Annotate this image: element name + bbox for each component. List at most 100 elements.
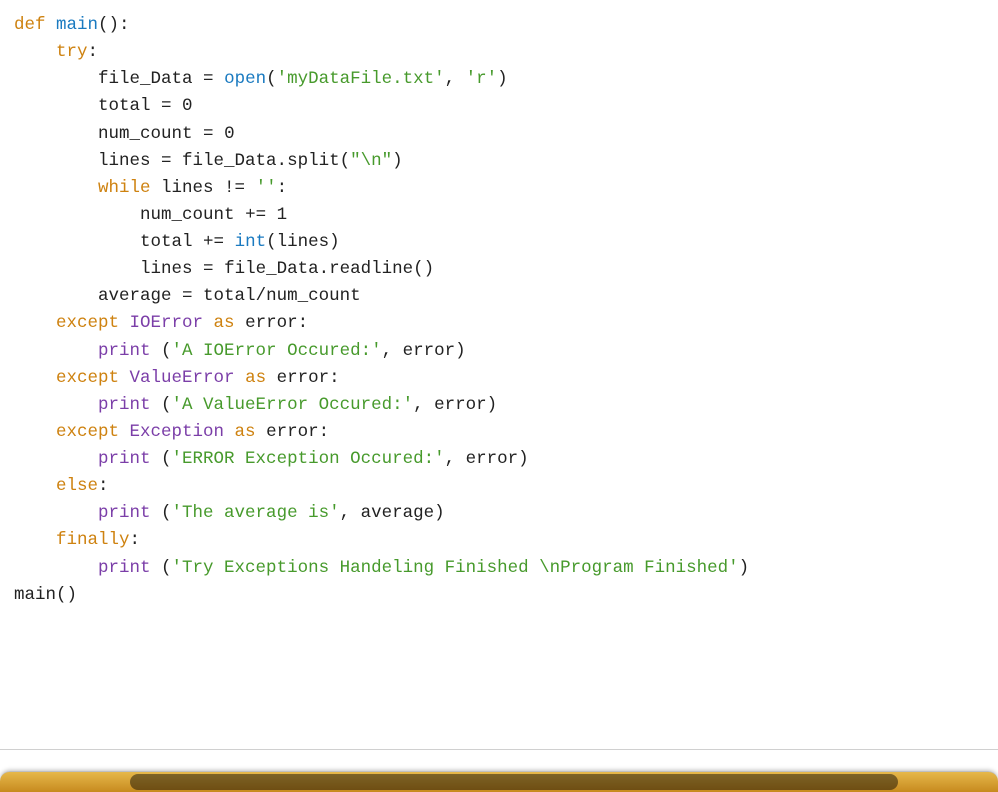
token-fn: int bbox=[235, 232, 267, 252]
token-op: ) bbox=[497, 69, 508, 89]
token-kw: while bbox=[98, 178, 161, 198]
code-line: main() bbox=[14, 582, 984, 609]
code-line: while lines != '': bbox=[14, 175, 984, 202]
token-str: 'Try Exceptions Handeling Finished bbox=[172, 558, 540, 578]
token-op: , error) bbox=[413, 395, 497, 415]
dock-bar bbox=[0, 771, 998, 792]
token-call: print bbox=[98, 395, 161, 415]
code-line: average = total/num_count bbox=[14, 283, 984, 310]
token-kw: try bbox=[56, 42, 88, 62]
code-line: print ('A IOError Occured:', error) bbox=[14, 338, 984, 365]
token-op: , bbox=[445, 69, 466, 89]
token-call: print bbox=[98, 449, 161, 469]
token-id: error bbox=[266, 422, 319, 442]
code-line: lines = file_Data.readline() bbox=[14, 256, 984, 283]
token-id: file_Data bbox=[98, 69, 203, 89]
token-op: ( bbox=[161, 558, 172, 578]
token-id: error bbox=[245, 313, 298, 333]
token-clsv: IOError bbox=[130, 313, 204, 333]
token-call: print bbox=[98, 503, 161, 523]
token-op: (): bbox=[98, 15, 130, 35]
token-id: main() bbox=[14, 585, 77, 605]
code-line: print ('The average is', average) bbox=[14, 500, 984, 527]
token-str: 'The average is' bbox=[172, 503, 340, 523]
token-id: average bbox=[98, 286, 182, 306]
token-id: num_count bbox=[266, 286, 361, 306]
token-kw: except bbox=[56, 422, 130, 442]
token-op: = bbox=[203, 259, 224, 279]
token-str: 'A ValueError Occured:' bbox=[172, 395, 414, 415]
code-line: print ('ERROR Exception Occured:', error… bbox=[14, 446, 984, 473]
token-id: total bbox=[203, 286, 256, 306]
token-op: = bbox=[203, 69, 224, 89]
token-call: print bbox=[98, 341, 161, 361]
token-esc: \n bbox=[539, 558, 560, 578]
token-op: ( bbox=[161, 341, 172, 361]
token-str: 'r' bbox=[466, 69, 498, 89]
token-op: : bbox=[277, 178, 288, 198]
token-kw: except bbox=[56, 313, 130, 333]
token-id: num_count bbox=[140, 205, 245, 225]
token-esc: \n bbox=[361, 151, 382, 171]
token-num: 1 bbox=[277, 205, 288, 225]
token-op: (lines) bbox=[266, 232, 340, 252]
token-op: ) bbox=[392, 151, 403, 171]
token-clsv: ValueError bbox=[130, 368, 235, 388]
token-id: num_count bbox=[98, 124, 203, 144]
code-line: print ('Try Exceptions Handeling Finishe… bbox=[14, 555, 984, 582]
token-op: : bbox=[329, 368, 340, 388]
code-line: lines = file_Data.split("\n") bbox=[14, 148, 984, 175]
token-kw: as bbox=[203, 313, 245, 333]
code-line: try: bbox=[14, 39, 984, 66]
token-fn: main bbox=[56, 15, 98, 35]
code-line: def main(): bbox=[14, 12, 984, 39]
token-id: file_Data.readline() bbox=[224, 259, 434, 279]
token-str: '' bbox=[256, 178, 277, 198]
token-str: Program Finished' bbox=[560, 558, 739, 578]
code-line: finally: bbox=[14, 527, 984, 554]
token-op: ( bbox=[161, 449, 172, 469]
token-op: += bbox=[245, 205, 277, 225]
code-line: total += int(lines) bbox=[14, 229, 984, 256]
token-op: : bbox=[130, 530, 141, 550]
token-clsv: Exception bbox=[130, 422, 225, 442]
token-str: " bbox=[382, 151, 393, 171]
token-num: 0 bbox=[182, 96, 193, 116]
code-block: def main(): try: file_Data = open('myDat… bbox=[14, 12, 984, 609]
token-id: lines bbox=[140, 259, 203, 279]
token-op: ( bbox=[161, 395, 172, 415]
token-op: : bbox=[298, 313, 309, 333]
token-str: " bbox=[350, 151, 361, 171]
token-id: lines bbox=[161, 178, 224, 198]
token-op: ( bbox=[266, 69, 277, 89]
panel-divider bbox=[0, 749, 998, 750]
token-op: ) bbox=[739, 558, 750, 578]
token-op: ( bbox=[161, 503, 172, 523]
token-op: : bbox=[88, 42, 99, 62]
token-kw: except bbox=[56, 368, 130, 388]
code-line: except IOError as error: bbox=[14, 310, 984, 337]
token-op: , error) bbox=[445, 449, 529, 469]
token-id: error bbox=[277, 368, 330, 388]
token-op: += bbox=[203, 232, 235, 252]
token-kw: else bbox=[56, 476, 98, 496]
token-str: 'A IOError Occured:' bbox=[172, 341, 382, 361]
token-str: 'ERROR Exception Occured:' bbox=[172, 449, 445, 469]
code-line: except ValueError as error: bbox=[14, 365, 984, 392]
token-op: : bbox=[98, 476, 109, 496]
token-kw: as bbox=[224, 422, 266, 442]
token-op: = bbox=[203, 124, 224, 144]
token-op: , error) bbox=[382, 341, 466, 361]
token-kw: finally bbox=[56, 530, 130, 550]
token-kw: as bbox=[235, 368, 277, 388]
token-op: = bbox=[182, 286, 203, 306]
code-line: num_count = 0 bbox=[14, 121, 984, 148]
code-line: except Exception as error: bbox=[14, 419, 984, 446]
token-str: 'myDataFile.txt' bbox=[277, 69, 445, 89]
token-kw: def bbox=[14, 15, 56, 35]
token-num: 0 bbox=[224, 124, 235, 144]
token-call: print bbox=[98, 558, 161, 578]
code-line: num_count += 1 bbox=[14, 202, 984, 229]
token-op: != bbox=[224, 178, 256, 198]
code-line: file_Data = open('myDataFile.txt', 'r') bbox=[14, 66, 984, 93]
